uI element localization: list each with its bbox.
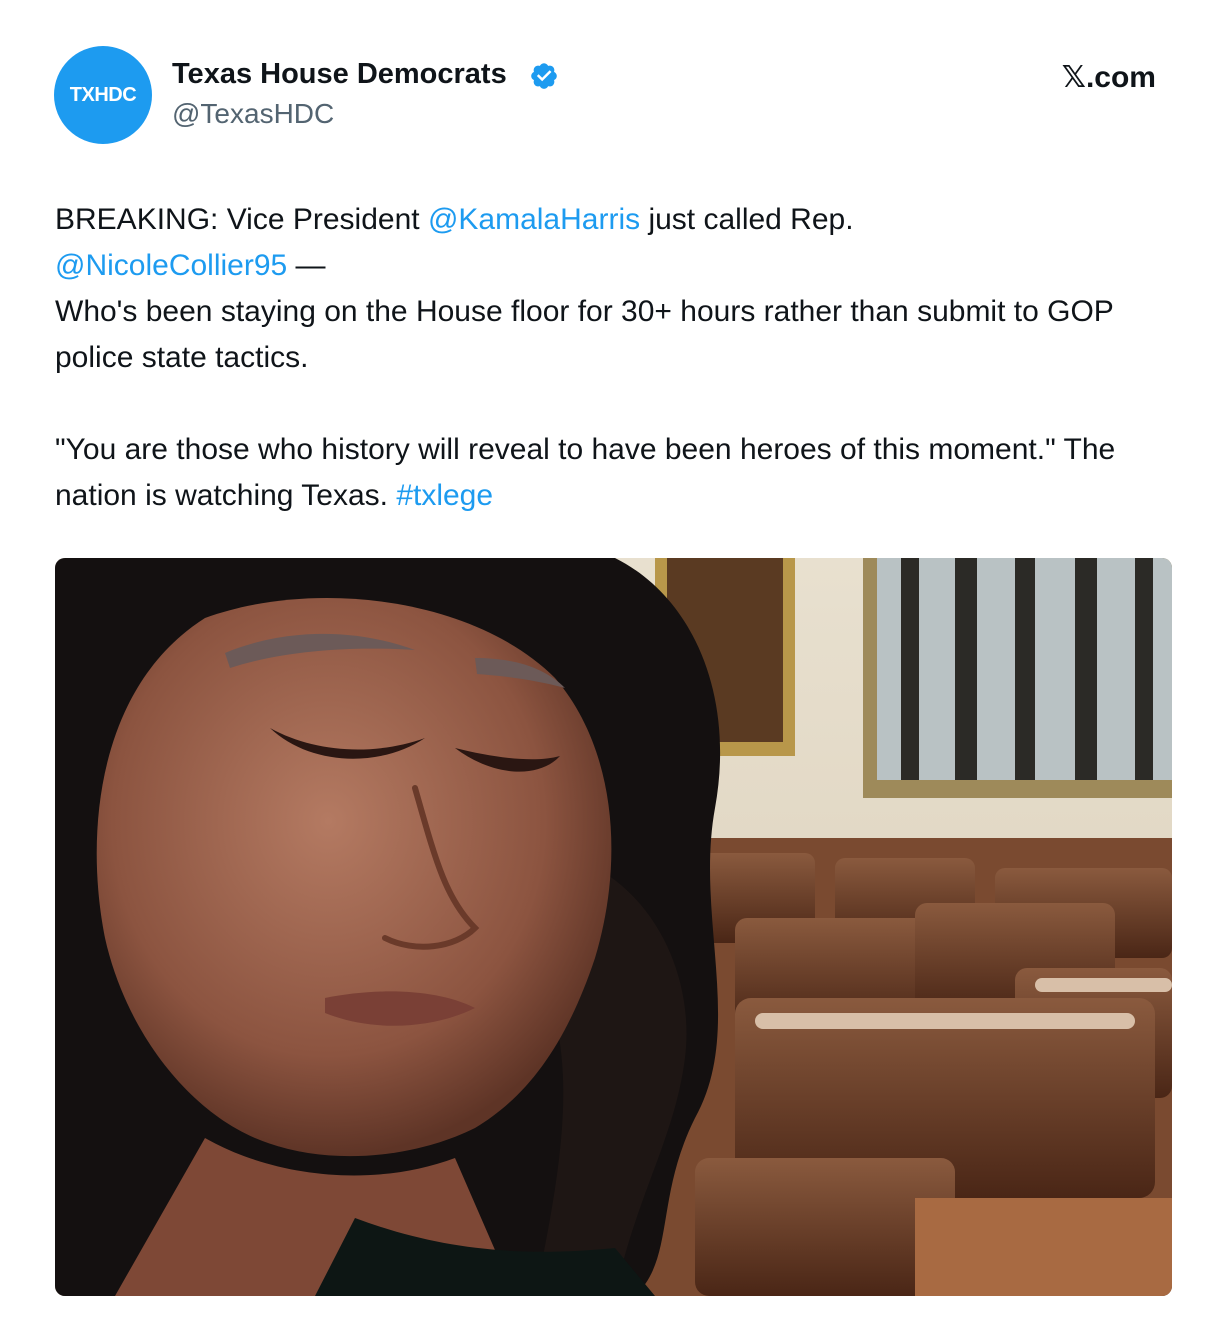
- author-display-name[interactable]: Texas House Democrats: [172, 58, 507, 91]
- verified-badge-icon: [531, 63, 557, 89]
- tweet-text: BREAKING: Vice President @KamalaHarris j…: [55, 197, 1175, 519]
- author-avatar[interactable]: TXHDC: [54, 46, 152, 144]
- mention-kamala-harris[interactable]: @KamalaHarris: [428, 203, 640, 236]
- tweet-text-segment: Who's been staying on the House floor fo…: [55, 295, 1114, 374]
- tweet-text-segment: BREAKING: Vice President: [55, 203, 428, 236]
- tweet-text-segment: —: [287, 249, 326, 282]
- tweet-media-image[interactable]: [55, 558, 1172, 1296]
- avatar-logo: TXHDC: [69, 83, 137, 106]
- media-photo: [55, 558, 1172, 1296]
- source-link[interactable]: 𝕏.com: [1062, 60, 1156, 95]
- author-handle[interactable]: @TexasHDC: [172, 98, 334, 130]
- tweet-text-segment: just called Rep.: [640, 203, 854, 236]
- tweet-paragraph-2: "You are those who history will reveal t…: [55, 427, 1175, 519]
- tweet-paragraph-1: BREAKING: Vice President @KamalaHarris j…: [55, 197, 1175, 381]
- tweet-text-segment: "You are those who history will reveal t…: [55, 433, 1116, 512]
- mention-nicole-collier[interactable]: @NicoleCollier95: [55, 249, 287, 282]
- hashtag-txlege[interactable]: #txlege: [396, 479, 493, 512]
